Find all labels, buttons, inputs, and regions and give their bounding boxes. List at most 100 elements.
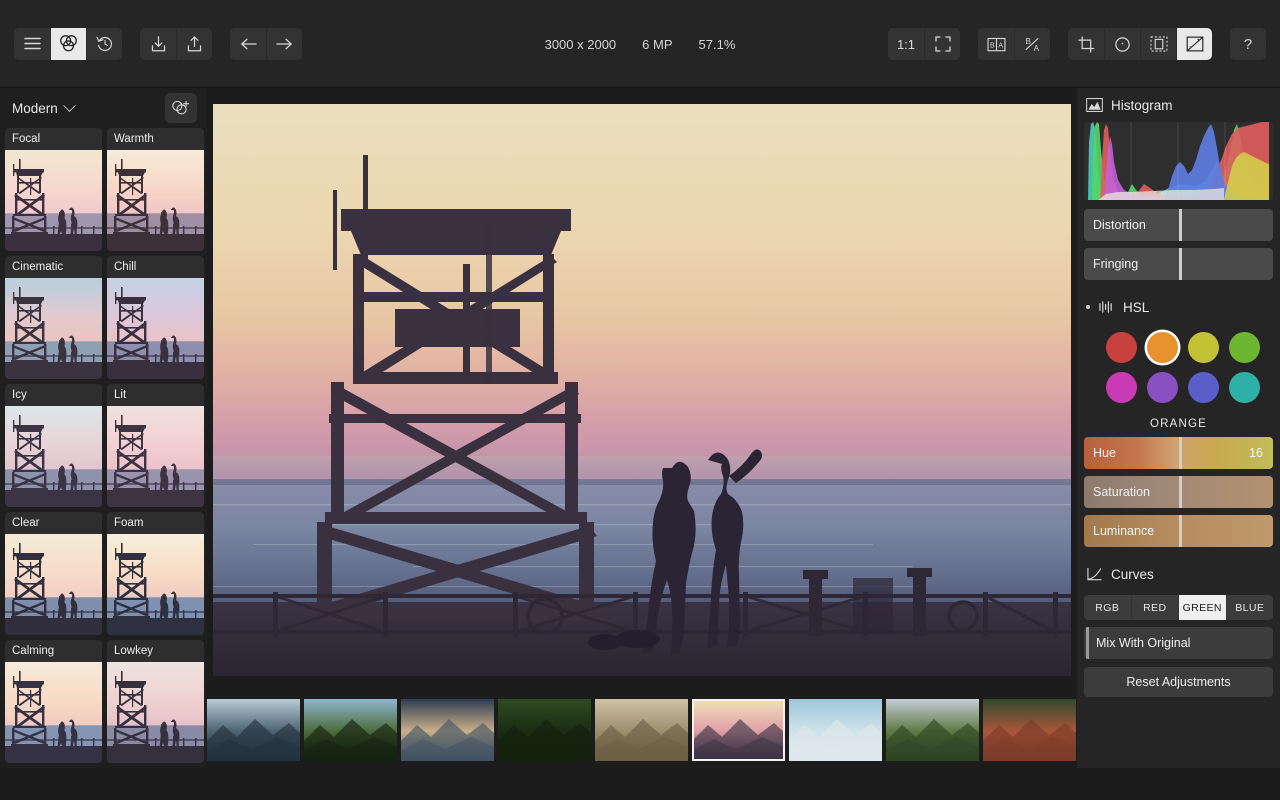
histogram-title: Histogram: [1111, 97, 1173, 113]
luminance-slider[interactable]: Luminance: [1084, 515, 1273, 547]
filmstrip-thumbnail[interactable]: [886, 699, 979, 761]
red-canyon: [983, 699, 1076, 761]
svg-text:B: B: [1026, 37, 1031, 46]
import-button[interactable]: [140, 27, 176, 60]
preset-card[interactable]: Cinematic: [5, 256, 102, 379]
preset-category-label: Modern: [12, 100, 58, 116]
help-button[interactable]: ?: [1230, 28, 1266, 60]
chevron-down-icon: [62, 98, 76, 112]
filmstrip[interactable]: [207, 692, 1077, 768]
slider-handle[interactable]: [1178, 248, 1182, 280]
main-photo[interactable]: [213, 104, 1071, 676]
hsl-swatch-purple[interactable]: [1147, 372, 1178, 403]
hue-label: Hue: [1093, 446, 1116, 460]
compare-tool-group: B A B A: [978, 28, 1050, 60]
lens-sliders: Distortion Fringing: [1084, 209, 1273, 280]
filmstrip-thumbnail[interactable]: [595, 699, 688, 761]
preset-thumbnail: [5, 534, 102, 635]
before-after-button[interactable]: B A: [978, 28, 1014, 60]
filmstrip-thumbnail[interactable]: [692, 699, 785, 761]
hsl-swatch-blue[interactable]: [1188, 372, 1219, 403]
preset-card[interactable]: Clear: [5, 512, 102, 635]
image-megapixels: 6 MP: [642, 36, 673, 52]
curve-tab-blue[interactable]: BLUE: [1225, 595, 1273, 620]
preset-category-dropdown[interactable]: Modern: [12, 98, 76, 116]
preset-card[interactable]: Chill: [107, 256, 204, 379]
history-button[interactable]: [86, 27, 122, 60]
luminance-label: Luminance: [1093, 524, 1155, 538]
preset-card[interactable]: Calming: [5, 640, 102, 763]
slider-handle[interactable]: [1178, 209, 1182, 241]
history-nav-group: [230, 27, 302, 60]
preset-label: Clear: [12, 517, 40, 529]
add-preset-button[interactable]: [165, 93, 197, 123]
filmstrip-thumbnail[interactable]: [401, 699, 494, 761]
file-tool-group: [140, 27, 212, 60]
hsl-swatch-red[interactable]: [1106, 332, 1137, 363]
menu-button[interactable]: [14, 27, 50, 60]
redo-button[interactable]: [266, 27, 302, 60]
slider-handle[interactable]: [1178, 437, 1182, 469]
hsl-swatch-teal[interactable]: [1229, 372, 1260, 403]
frame-icon: [1149, 36, 1168, 52]
undo-button[interactable]: [230, 27, 266, 60]
green-hillside: [498, 699, 591, 761]
saturation-slider[interactable]: Saturation: [1084, 476, 1273, 508]
filmstrip-thumbnail[interactable]: [498, 699, 591, 761]
reset-adjustments-label: Reset Adjustments: [1126, 675, 1231, 689]
right-tool-groups: 1:1 B A B A + − ?: [874, 0, 1266, 88]
preset-card[interactable]: Icy: [5, 384, 102, 507]
hsl-swatch-yellow[interactable]: [1188, 332, 1219, 363]
fringing-slider[interactable]: Fringing: [1084, 248, 1273, 280]
curve-tab-rgb[interactable]: RGB: [1084, 595, 1131, 620]
filmstrip-thumbnail[interactable]: [207, 699, 300, 761]
preset-card[interactable]: Lit: [107, 384, 204, 507]
crop-button[interactable]: [1068, 28, 1104, 60]
fit-screen-button[interactable]: [924, 28, 960, 60]
preset-label: Icy: [12, 389, 27, 401]
preset-label: Calming: [12, 645, 55, 657]
hsl-swatch-orange[interactable]: [1147, 332, 1178, 363]
left-tool-group: [14, 27, 122, 60]
preset-card[interactable]: Warmth: [107, 128, 204, 251]
gradient-mask-button[interactable]: + −: [1176, 28, 1212, 60]
split-compare-button[interactable]: B A: [1014, 28, 1050, 60]
filmstrip-thumbnail[interactable]: [789, 699, 882, 761]
before-after-icon: B A: [987, 37, 1005, 51]
hsl-title: HSL: [1123, 299, 1150, 315]
hsl-swatch-magenta[interactable]: [1106, 372, 1137, 403]
actual-size-button[interactable]: 1:1: [888, 28, 924, 60]
svg-text:A: A: [1034, 44, 1040, 53]
preset-label: Lit: [114, 389, 127, 401]
radial-mask-button[interactable]: [1104, 28, 1140, 60]
beach-sunset: [401, 699, 494, 761]
adjust-button[interactable]: [50, 27, 86, 60]
curve-tab-green[interactable]: GREEN: [1178, 595, 1226, 620]
hsl-sliders: Hue 16 Saturation Luminance: [1084, 437, 1273, 547]
help-tool-group: ?: [1230, 28, 1266, 60]
preset-label: Chill: [114, 261, 137, 273]
svg-text:B: B: [989, 42, 994, 49]
slider-handle[interactable]: [1178, 515, 1182, 547]
frame-button[interactable]: [1140, 28, 1176, 60]
canvas-area: [207, 88, 1077, 768]
preset-card[interactable]: Foam: [107, 512, 204, 635]
slider-handle[interactable]: [1178, 476, 1182, 508]
export-button[interactable]: [176, 27, 212, 60]
filmstrip-thumbnail[interactable]: [304, 699, 397, 761]
mix-with-original-slider[interactable]: Mix With Original: [1084, 627, 1273, 659]
presets-header: Modern: [0, 88, 207, 128]
wheat-field: [595, 699, 688, 761]
svg-text:A: A: [998, 42, 1003, 49]
lifeguard-tower-photo: [213, 104, 1071, 676]
reset-adjustments-button[interactable]: Reset Adjustments: [1084, 667, 1273, 697]
hsl-swatch-green[interactable]: [1229, 332, 1260, 363]
distortion-slider[interactable]: Distortion: [1084, 209, 1273, 241]
slider-handle[interactable]: [1086, 627, 1089, 659]
curve-tab-red[interactable]: RED: [1130, 595, 1178, 620]
filmstrip-thumbnail[interactable]: [983, 699, 1076, 761]
preset-card[interactable]: Lowkey: [107, 640, 204, 763]
mountain-range: [207, 699, 300, 761]
preset-card[interactable]: Focal: [5, 128, 102, 251]
hue-slider[interactable]: Hue 16: [1084, 437, 1273, 469]
